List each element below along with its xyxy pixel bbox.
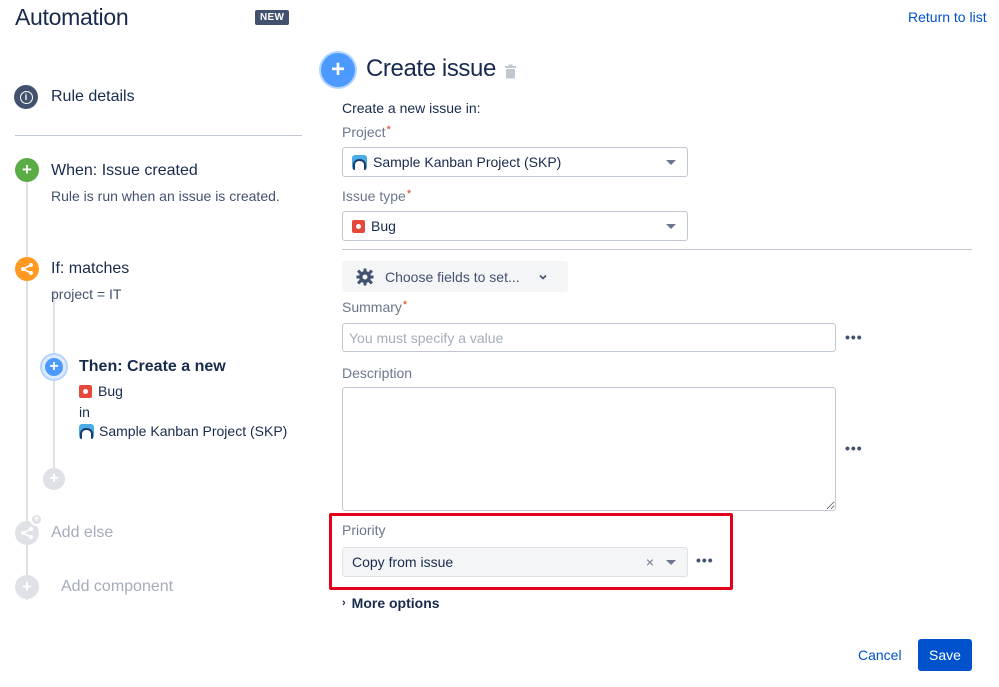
priority-select[interactable]: Copy from issue × [342, 547, 688, 577]
trigger-plus-icon[interactable]: + [15, 158, 39, 182]
description-more-button[interactable]: ••• [845, 440, 863, 456]
cancel-button[interactable]: Cancel [850, 639, 910, 671]
more-options-toggle[interactable]: › More options [342, 595, 440, 611]
project-select-value: Sample Kanban Project (SKP) [373, 154, 562, 170]
project-avatar-icon [352, 154, 367, 170]
action-issue-type: Bug [79, 383, 123, 399]
action-project: Sample Kanban Project (SKP) [79, 423, 287, 439]
condition-title[interactable]: If: matches [51, 260, 129, 278]
return-to-list-link[interactable]: Return to list [908, 9, 987, 25]
info-icon[interactable]: i [14, 85, 38, 109]
required-marker: * [402, 299, 408, 311]
rule-details-link[interactable]: Rule details [51, 88, 135, 106]
issue-type-label: Issue type* [342, 188, 411, 204]
create-in-label: Create a new issue in: [342, 100, 481, 116]
trigger-subtitle: Rule is run when an issue is created. [51, 188, 280, 204]
panel-divider [342, 249, 972, 250]
chevron-right-icon: › [342, 597, 346, 609]
else-add-plus-icon: + [30, 513, 43, 526]
priority-select-value: Copy from issue [352, 554, 454, 570]
choose-fields-label: Choose fields to set... [385, 268, 520, 285]
branch-icon[interactable] [15, 257, 39, 281]
save-button[interactable]: Save [918, 639, 972, 671]
project-avatar-icon [79, 423, 94, 439]
issue-type-select[interactable]: Bug [342, 211, 688, 241]
action-title[interactable]: Then: Create a new [79, 358, 226, 376]
branch-flow-line [53, 290, 55, 480]
bug-icon [79, 384, 92, 398]
choose-fields-button[interactable]: Choose fields to set... [342, 261, 568, 292]
add-branch-component-icon[interactable]: + [43, 468, 65, 490]
chevron-down-icon [539, 274, 547, 280]
add-component-plus-icon[interactable]: + [15, 575, 39, 599]
gear-icon [356, 268, 374, 285]
dropdown-caret-icon [666, 223, 676, 229]
required-marker: * [406, 188, 412, 200]
condition-subtitle: project = IT [51, 286, 122, 302]
required-marker: * [386, 124, 391, 136]
summary-label-text: Summary [342, 299, 402, 315]
priority-more-button[interactable]: ••• [696, 552, 714, 568]
sidebar-divider [15, 135, 302, 136]
dropdown-caret-icon [666, 159, 676, 165]
summary-input[interactable] [342, 323, 836, 352]
action-in-label: in [79, 404, 90, 420]
action-project-label: Sample Kanban Project (SKP) [99, 423, 288, 439]
action-issue-type-label: Bug [98, 383, 123, 399]
add-else-link[interactable]: Add else [51, 524, 113, 542]
project-label-text: Project [342, 124, 386, 140]
issue-type-label-text: Issue type [342, 188, 406, 204]
description-label: Description [342, 365, 413, 381]
add-component-link[interactable]: Add component [61, 578, 173, 596]
clear-icon[interactable]: × [646, 554, 654, 570]
dropdown-caret-icon [666, 559, 676, 565]
app-title: Automation [15, 4, 129, 30]
bug-icon [352, 219, 365, 233]
description-textarea[interactable] [342, 387, 836, 511]
create-issue-plus-icon: + [321, 53, 355, 87]
priority-label: Priority [342, 522, 386, 538]
trigger-title[interactable]: When: Issue created [51, 162, 198, 180]
project-select[interactable]: Sample Kanban Project (SKP) [342, 147, 688, 177]
action-plus-icon[interactable]: + [42, 355, 66, 379]
summary-label: Summary* [342, 299, 407, 315]
panel-title: Create issue [366, 55, 496, 82]
summary-more-button[interactable]: ••• [845, 329, 863, 345]
project-label: Project* [342, 124, 391, 140]
issue-type-select-value: Bug [371, 218, 396, 234]
more-options-label: More options [351, 595, 440, 611]
new-badge: NEW [255, 10, 290, 25]
trash-icon[interactable] [504, 64, 517, 79]
